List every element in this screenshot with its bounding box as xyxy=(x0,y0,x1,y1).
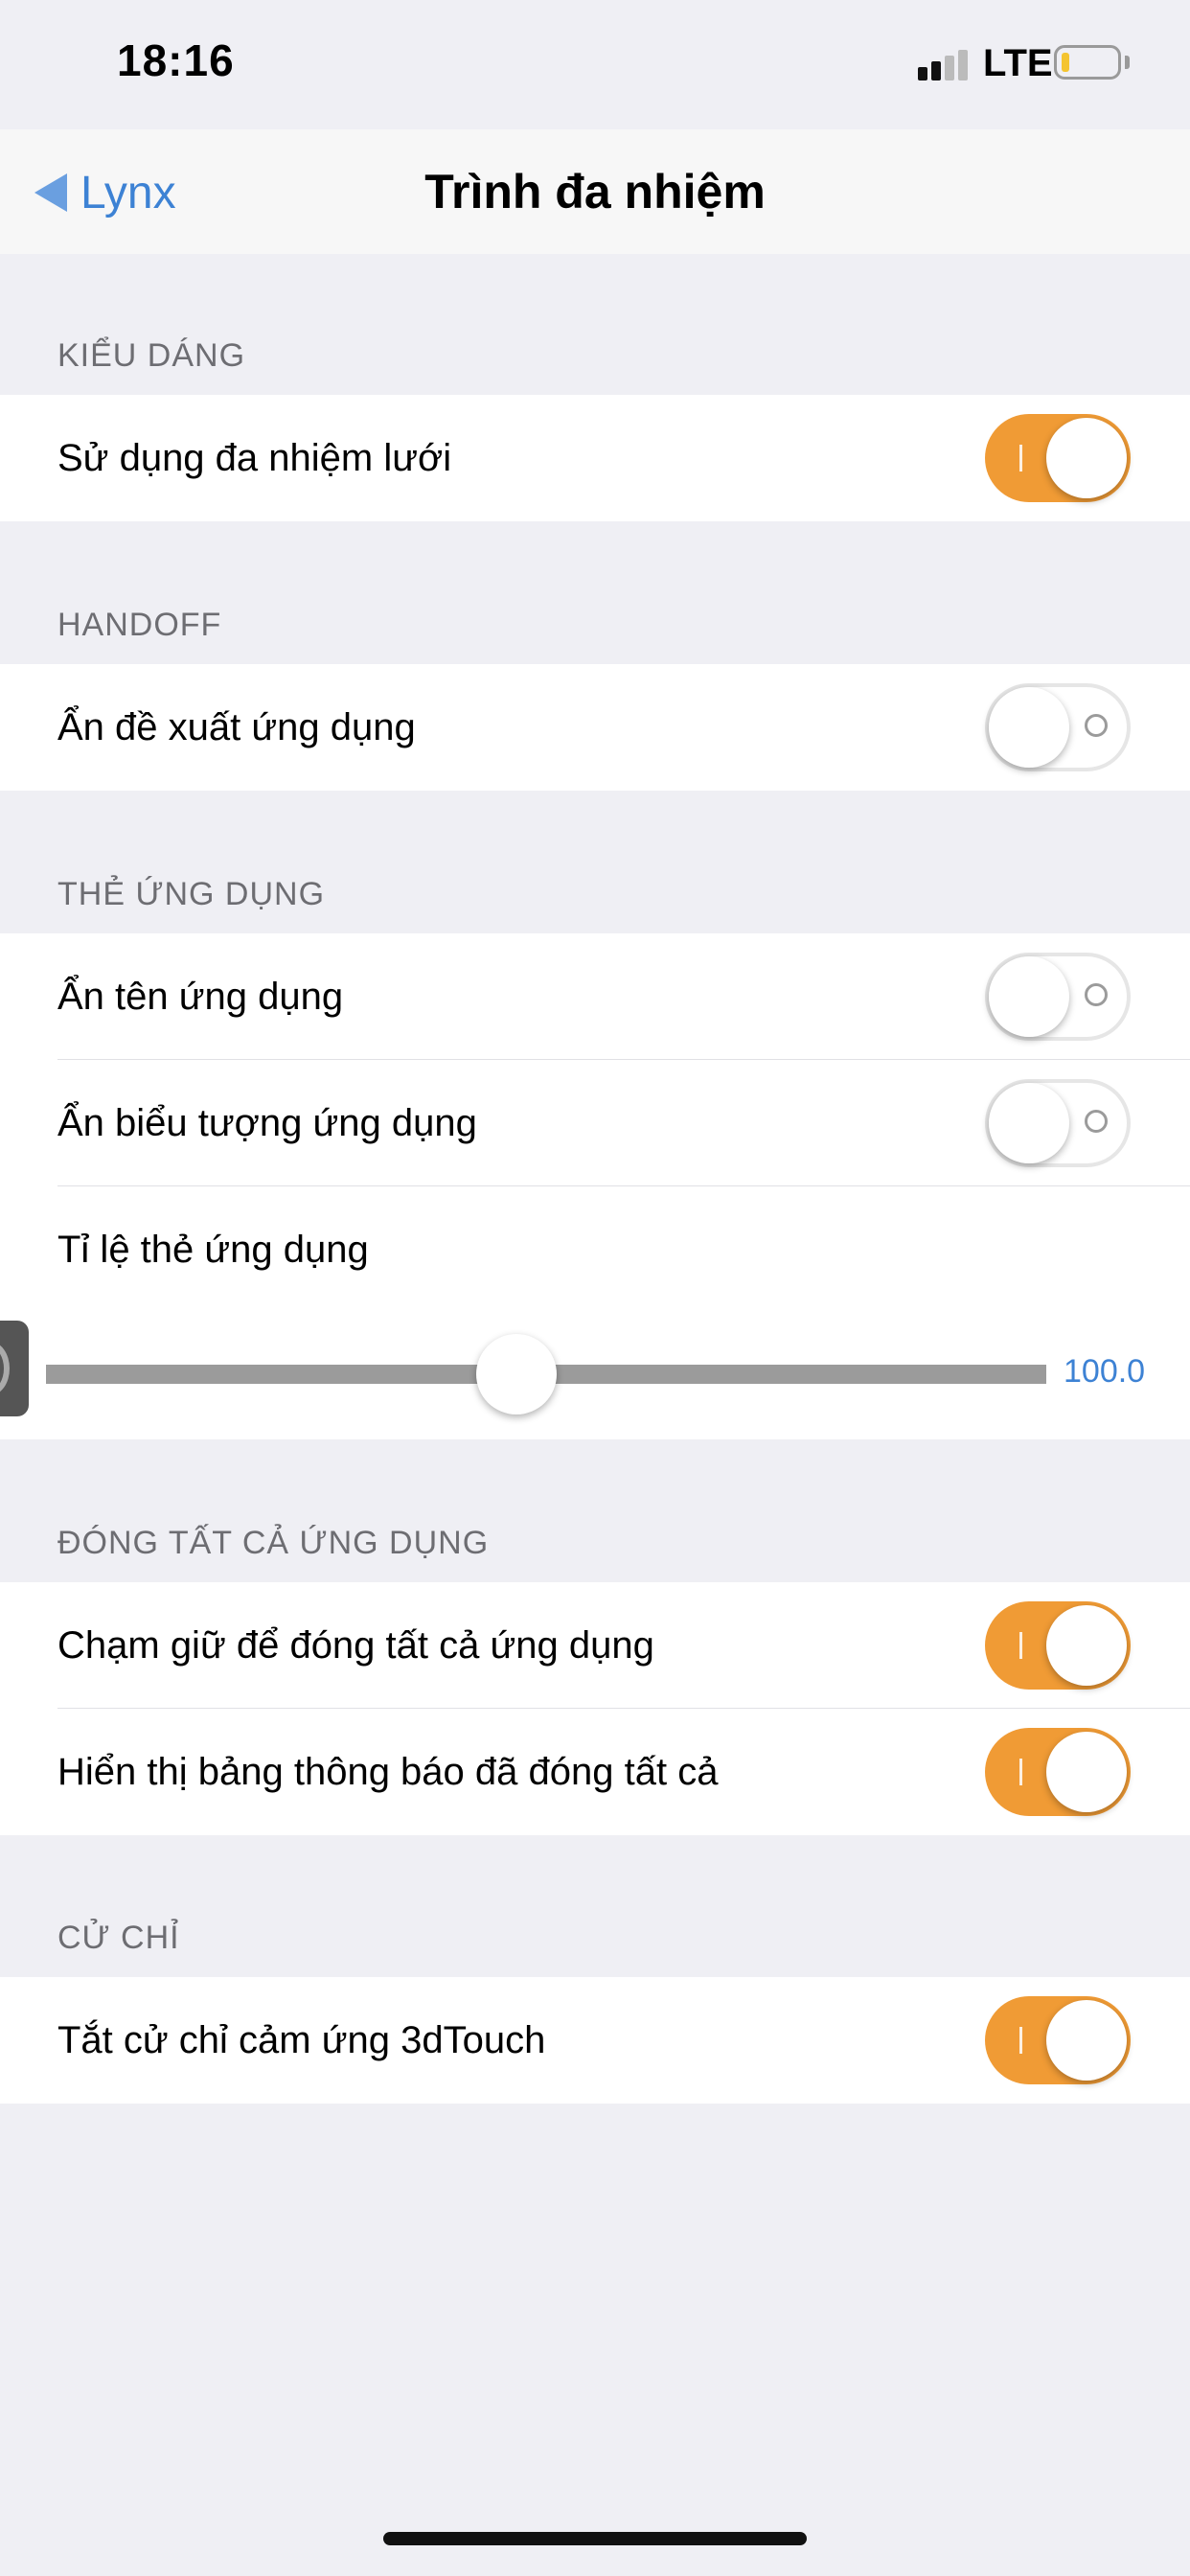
toggle-knob xyxy=(1046,2000,1127,2081)
section-header-app-cards: THẺ ỨNG DỤNG xyxy=(57,876,326,912)
toggle-off-mark xyxy=(1085,1110,1108,1133)
setting-label: Tắt cử chỉ cảm ứng 3dTouch xyxy=(57,2019,546,2061)
setting-row-card-scale: Tỉ lệ thẻ ứng dụng xyxy=(0,1186,1190,1313)
card-scale-slider-thumb[interactable] xyxy=(476,1334,557,1414)
setting-row-disable-3dtouch: Tắt cử chỉ cảm ứng 3dTouch xyxy=(0,1977,1190,2104)
section-header-close-all: ĐÓNG TẤT CẢ ỨNG DỤNG xyxy=(57,1525,490,1561)
section-header-style: KIỂU DÁNG xyxy=(57,337,246,374)
setting-row-hide-app-suggestions: Ẩn đề xuất ứng dụng xyxy=(0,664,1190,791)
toggle-on-mark xyxy=(1019,2027,1022,2054)
toggle-on-mark xyxy=(1019,1632,1022,1659)
group-gestures: Tắt cử chỉ cảm ứng 3dTouch xyxy=(0,1977,1190,2104)
section-header-handoff: HANDOFF xyxy=(57,607,222,643)
setting-row-show-closed-all-alert: Hiển thị bảng thông báo đã đóng tất cả xyxy=(0,1709,1190,1835)
assistive-touch-icon xyxy=(0,1342,10,1395)
toggle-knob xyxy=(1046,1605,1127,1686)
toggle-off-mark xyxy=(1085,983,1108,1006)
setting-label: Ẩn đề xuất ứng dụng xyxy=(57,706,416,748)
group-style: Sử dụng đa nhiệm lưới xyxy=(0,395,1190,521)
setting-label: Tỉ lệ thẻ ứng dụng xyxy=(57,1229,369,1271)
grid-multitask-toggle[interactable] xyxy=(985,414,1131,502)
card-scale-value: 100.0 xyxy=(1064,1353,1146,1390)
group-app-cards: Ẩn tên ứng dụng Ẩn biểu tượng ứng dụng T… xyxy=(0,933,1190,1439)
group-close-all: Chạm giữ để đóng tất cả ứng dụng Hiển th… xyxy=(0,1582,1190,1835)
setting-label: Ẩn tên ứng dụng xyxy=(57,976,344,1018)
hide-app-icon-toggle[interactable] xyxy=(985,1079,1131,1167)
battery-cap xyxy=(1125,56,1130,69)
battery-icon xyxy=(1054,45,1121,80)
status-bar: 18:16 LTE xyxy=(0,0,1190,129)
group-handoff: Ẩn đề xuất ứng dụng xyxy=(0,664,1190,791)
page-title: Trình đa nhiệm xyxy=(424,165,766,218)
toggle-knob xyxy=(989,956,1069,1037)
show-closed-all-alert-toggle[interactable] xyxy=(985,1728,1131,1816)
toggle-on-mark xyxy=(1019,445,1022,472)
navigation-bar: Lynx Trình đa nhiệm xyxy=(0,129,1190,254)
setting-label: Hiển thị bảng thông báo đã đóng tất cả xyxy=(57,1751,719,1793)
hide-app-name-toggle[interactable] xyxy=(985,953,1131,1041)
toggle-knob xyxy=(1046,1732,1127,1812)
hold-to-close-all-toggle[interactable] xyxy=(985,1601,1131,1690)
status-time: 18:16 xyxy=(117,35,235,85)
home-indicator[interactable] xyxy=(383,2532,807,2545)
section-header-gestures: CỬ CHỈ xyxy=(57,1920,180,1956)
toggle-off-mark xyxy=(1085,714,1108,737)
setting-label: Chạm giữ để đóng tất cả ứng dụng xyxy=(57,1624,654,1667)
hide-app-suggestions-toggle[interactable] xyxy=(985,683,1131,771)
toggle-knob xyxy=(989,687,1069,768)
setting-row-hide-app-name: Ẩn tên ứng dụng xyxy=(0,933,1190,1060)
floating-assistive-button[interactable] xyxy=(0,1321,29,1416)
toggle-knob xyxy=(989,1083,1069,1163)
toggle-knob xyxy=(1046,418,1127,498)
toggle-on-mark xyxy=(1019,1759,1022,1785)
setting-row-grid-multitask: Sử dụng đa nhiệm lưới xyxy=(0,395,1190,521)
battery-level-fill xyxy=(1062,53,1069,72)
disable-3dtouch-toggle[interactable] xyxy=(985,1996,1131,2084)
setting-row-hide-app-icon: Ẩn biểu tượng ứng dụng xyxy=(0,1060,1190,1186)
cellular-signal-icon xyxy=(918,50,975,80)
setting-label: Ẩn biểu tượng ứng dụng xyxy=(57,1102,477,1144)
setting-label: Sử dụng đa nhiệm lưới xyxy=(57,437,452,479)
setting-row-hold-to-close-all: Chạm giữ để đóng tất cả ứng dụng xyxy=(0,1582,1190,1709)
network-type: LTE xyxy=(983,42,1053,84)
